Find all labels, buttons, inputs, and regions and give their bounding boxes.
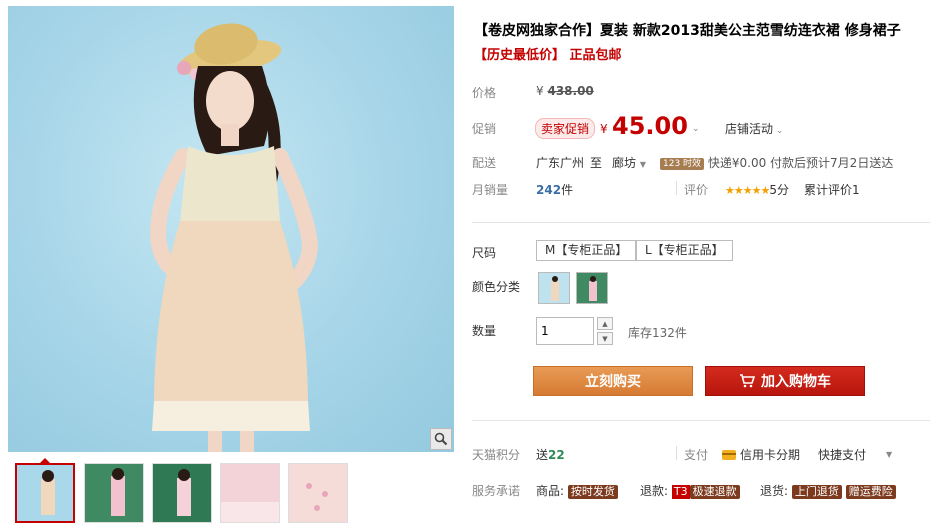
credit-card-icon — [722, 450, 736, 460]
t3-badge: T3 — [671, 485, 690, 499]
seller-promo-tag: 卖家促销 — [535, 118, 596, 139]
size-label: 尺码 — [472, 246, 497, 260]
timing-badge: 123 时效 — [660, 158, 705, 170]
return-label: 退货: — [760, 484, 789, 498]
price-label: 价格 — [472, 86, 497, 100]
caret-up-icon: ▲ — [602, 319, 608, 328]
thumbnail-4[interactable] — [220, 463, 280, 523]
divider — [676, 446, 677, 460]
monthly-sales-unit: 件 — [561, 183, 574, 197]
tmall-points: 送22 — [536, 446, 565, 463]
credit-card-installment[interactable]: 信用卡分期 — [722, 446, 800, 463]
add-to-cart-button[interactable]: 加入购物车 — [705, 366, 865, 396]
payment-label: 支付 — [684, 448, 709, 462]
promo-label: 促销 — [472, 122, 497, 136]
goods-label: 商品: — [536, 484, 565, 498]
section-divider — [472, 222, 930, 223]
shipping-info-text: 快递¥0.00 付款后预计7月2日送达 — [707, 156, 894, 170]
price-dropdown[interactable]: ⌄ — [692, 120, 700, 134]
credit-card-label: 信用卡分期 — [740, 448, 801, 462]
tmall-points-label: 天猫积分 — [472, 448, 521, 462]
divider — [676, 181, 677, 195]
monthly-sales-label: 月销量 — [472, 183, 509, 197]
quantity-increase-button[interactable]: ▲ — [597, 317, 613, 330]
caret-down-icon: ▼ — [602, 334, 608, 343]
star-rating-icon: ★★★★★ — [725, 184, 770, 197]
color-swatch-blue[interactable] — [538, 272, 570, 304]
review-label: 评价 — [684, 183, 709, 197]
color-label: 颜色分类 — [472, 280, 521, 294]
stock-text: 库存132件 — [628, 326, 687, 340]
product-subtitle: 【历史最低价】 正品包邮 — [474, 48, 622, 63]
service-goods: 商品: 按时发货 — [536, 482, 618, 499]
door-pickup-badge: 上门退货 — [791, 485, 842, 499]
product-title: 【卷皮网独家合作】夏装 新款2013甜美公主范雪纺连衣裙 修身裙子 — [474, 23, 901, 39]
model-photo — [149, 23, 319, 452]
review-score: 5分 — [769, 183, 789, 197]
destination-select[interactable]: 廊坊 ▼ — [612, 154, 646, 171]
promo-currency: ¥ — [600, 122, 608, 136]
shipping-label: 配送 — [472, 156, 497, 170]
review-rating[interactable]: ★★★★★5分 — [725, 181, 789, 198]
quantity-label: 数量 — [472, 324, 497, 338]
destination-value: 廊坊 — [612, 156, 637, 170]
thumbnail-3[interactable] — [152, 463, 212, 523]
size-option-m[interactable]: M【专柜正品】 — [536, 240, 637, 261]
color-swatch-green[interactable] — [576, 272, 608, 304]
caret-down-icon: ▼ — [886, 450, 893, 459]
service-return: 退货: 上门退货 赠运费险 — [760, 482, 896, 499]
refund-label: 退款: — [640, 484, 669, 498]
add-to-cart-label: 加入购物车 — [761, 374, 831, 390]
points-text: 送 — [536, 448, 549, 462]
thumbnail-5[interactable] — [288, 463, 348, 523]
service-refund: 退款: T3 极速退款 — [640, 482, 740, 499]
store-events-dropdown[interactable]: 店铺活动 ⌄ — [725, 120, 783, 137]
section-divider — [472, 420, 930, 421]
magnifier-icon — [434, 432, 448, 446]
cart-icon — [740, 374, 755, 388]
shipping-info: 123 时效 快递¥0.00 付款后预计7月2日送达 — [660, 154, 893, 171]
promo-price: 45.00 — [612, 112, 688, 140]
main-product-image[interactable] — [8, 6, 454, 452]
chevron-down-icon: ⌄ — [692, 124, 700, 134]
quantity-decrease-button[interactable]: ▼ — [597, 332, 613, 345]
shipping-from: 广东广州 — [536, 156, 585, 170]
size-option-l[interactable]: L【专柜正品】 — [636, 240, 733, 261]
store-events-label: 店铺活动 — [725, 122, 774, 136]
payment-dropdown[interactable]: ▼ — [886, 446, 892, 460]
chevron-down-icon: ⌄ — [773, 126, 784, 136]
on-time-ship-badge: 按时发货 — [567, 485, 618, 499]
thumbnail-1[interactable] — [15, 463, 75, 523]
thumbnail-2[interactable] — [84, 463, 144, 523]
review-count-link[interactable]: 累计评价1 — [804, 181, 860, 198]
monthly-sales-count: 242 — [536, 183, 562, 197]
original-price: ¥ 438.00 — [536, 84, 594, 98]
original-price-value: 438.00 — [547, 84, 594, 98]
buy-now-button[interactable]: 立刻购买 — [533, 366, 693, 396]
zoom-button[interactable] — [430, 428, 452, 450]
quantity-input[interactable] — [536, 317, 594, 345]
caret-down-icon: ▼ — [639, 160, 646, 169]
buy-now-label: 立刻购买 — [585, 374, 641, 390]
quick-pay[interactable]: 快捷支付 — [818, 446, 866, 463]
shipping-insurance-badge: 赠运费险 — [845, 485, 896, 499]
shipping-to-word: 至 — [590, 156, 603, 170]
currency-symbol: ¥ — [536, 84, 544, 98]
fast-refund-badge: 极速退款 — [689, 485, 740, 499]
points-value: 22 — [548, 448, 565, 462]
monthly-sales: 242件 — [536, 181, 573, 198]
service-promise-label: 服务承诺 — [472, 484, 521, 498]
